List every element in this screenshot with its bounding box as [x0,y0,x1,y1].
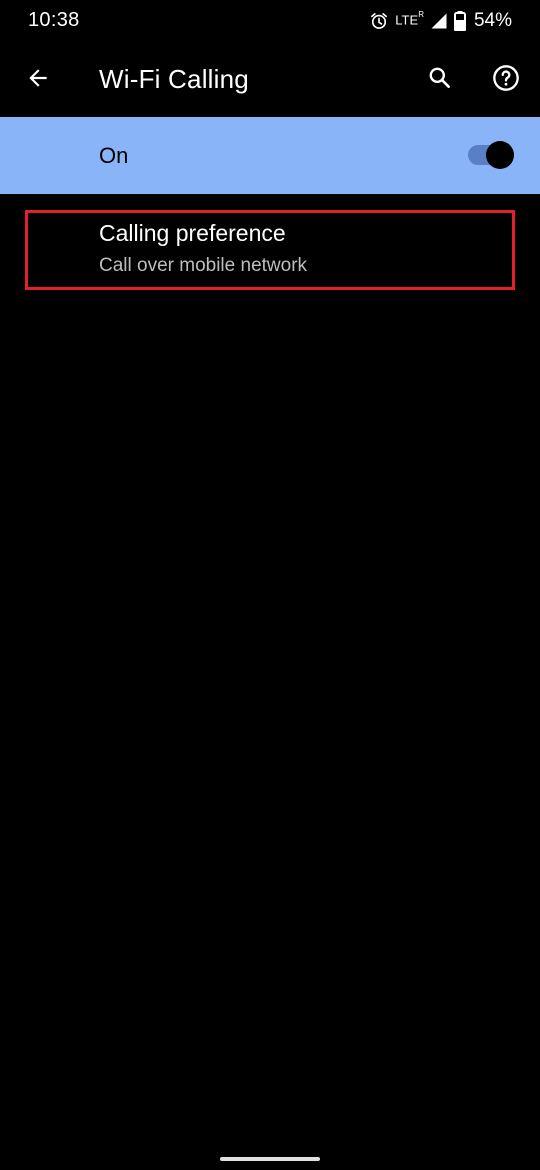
status-time: 10:38 [28,9,80,31]
signal-icon [430,12,448,30]
help-icon [492,64,520,97]
back-button[interactable] [22,64,54,96]
alarm-icon [369,11,389,31]
toggle-switch[interactable] [486,141,514,169]
main-switch-label: On [99,143,129,168]
status-icons: LTER 54% [369,8,512,34]
status-bar: 10:38 LTER 54% [0,0,540,44]
help-button[interactable] [490,64,522,96]
gesture-nav-handle[interactable] [220,1157,320,1161]
battery-icon [453,11,466,31]
page-title: Wi-Fi Calling [99,64,249,94]
search-button[interactable] [424,64,456,96]
app-bar: Wi-Fi Calling [0,44,540,117]
network-type: LTER [395,10,424,28]
battery-percent: 54% [473,10,512,31]
main-switch-bar[interactable]: On [0,117,540,194]
search-icon [427,65,453,96]
calling-preference-title: Calling preference [99,220,286,246]
calling-preference-summary: Call over mobile network [99,255,308,276]
arrow-back-icon [25,65,51,96]
